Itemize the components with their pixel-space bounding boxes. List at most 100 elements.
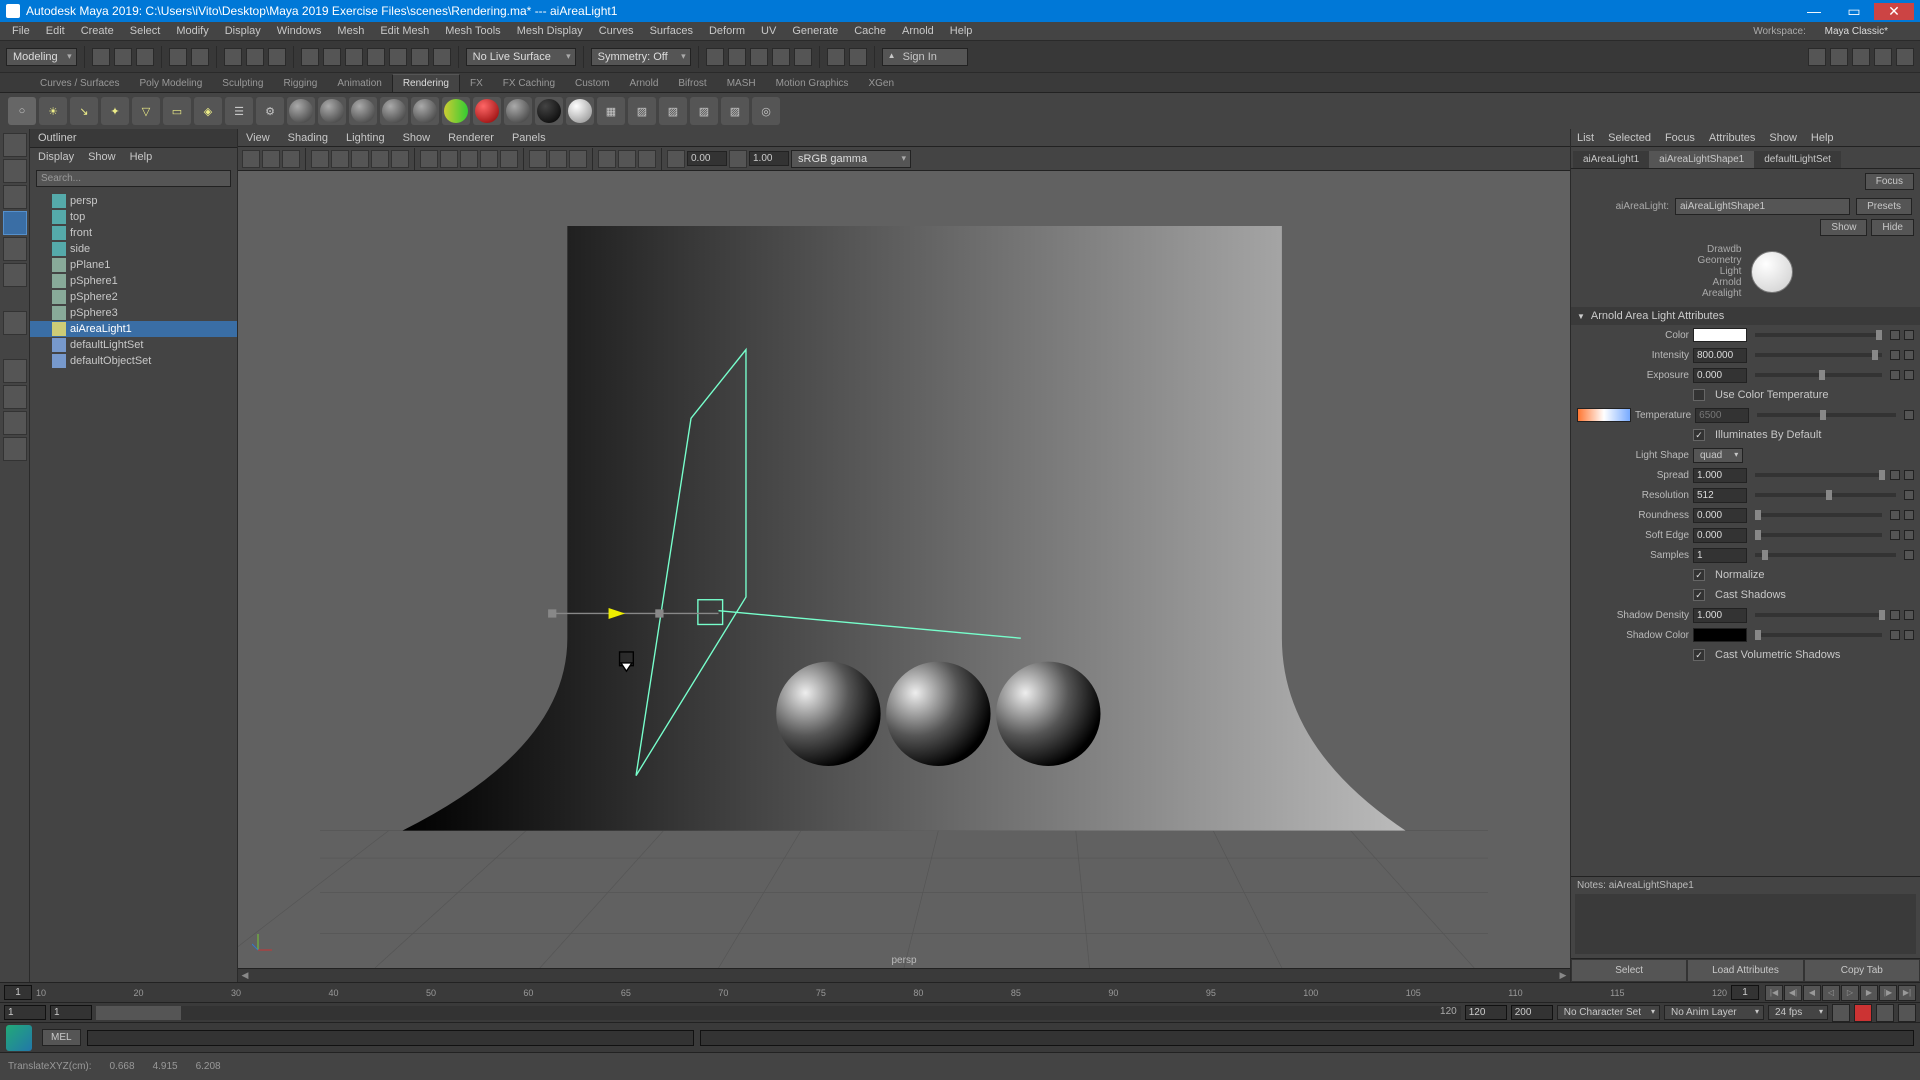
- vp-lights-icon[interactable]: [480, 150, 498, 168]
- step-forward-icon[interactable]: ▶: [1860, 985, 1878, 1001]
- shelf-tab-arnold[interactable]: Arnold: [619, 75, 668, 92]
- menu-cache[interactable]: Cache: [846, 25, 894, 37]
- time-ticks[interactable]: 1020304050606570758085909510010511011512…: [32, 988, 1731, 998]
- ipr-render-icon[interactable]: [728, 48, 746, 66]
- paint-select-icon[interactable]: [3, 185, 27, 209]
- attr-roundness-slider[interactable]: [1755, 513, 1882, 517]
- last-tool-icon[interactable]: [3, 311, 27, 335]
- attr-color-dot[interactable]: [1890, 330, 1900, 340]
- texture-icon-4[interactable]: ▨: [721, 97, 749, 125]
- vp-gamma-field[interactable]: 1.00: [749, 151, 789, 166]
- range-playback-start[interactable]: 1: [50, 1005, 92, 1020]
- car-paint-icon[interactable]: [442, 97, 470, 125]
- light-editor-shelf-icon[interactable]: ☰: [225, 97, 253, 125]
- vp-menu-renderer[interactable]: Renderer: [448, 132, 494, 144]
- layout-outliner-icon[interactable]: [3, 437, 27, 461]
- mode-dropdown[interactable]: Modeling: [6, 48, 77, 66]
- attr-exposure-map[interactable]: [1904, 370, 1914, 380]
- attr-exposure-slider[interactable]: [1755, 373, 1882, 377]
- vp-shadows-icon[interactable]: [500, 150, 518, 168]
- attr-shadowdensity-slider[interactable]: [1755, 613, 1882, 617]
- ae-select-button[interactable]: Select: [1571, 959, 1687, 982]
- attr-roundness-field[interactable]: 0.000: [1693, 508, 1747, 523]
- attr-roundness-map[interactable]: [1904, 510, 1914, 520]
- ae-section-arnold-attrs[interactable]: Arnold Area Light Attributes: [1571, 307, 1920, 325]
- ae-menu-focus[interactable]: Focus: [1665, 132, 1695, 144]
- panel-layout-icon-2[interactable]: [1830, 48, 1848, 66]
- attr-roundness-dot[interactable]: [1890, 510, 1900, 520]
- blinn-icon[interactable]: [504, 97, 532, 125]
- attr-softedge-dot[interactable]: [1890, 530, 1900, 540]
- redo-icon[interactable]: [191, 48, 209, 66]
- time-slider[interactable]: 1 10203040506065707580859095100105110115…: [0, 982, 1920, 1002]
- texture-icon-1[interactable]: ▨: [628, 97, 656, 125]
- play-forward-icon[interactable]: ▷: [1841, 985, 1859, 1001]
- render-setup-icon[interactable]: ⚙: [256, 97, 284, 125]
- vp-imageplane-icon[interactable]: [282, 150, 300, 168]
- menu-create[interactable]: Create: [73, 25, 122, 37]
- rotate-tool-icon[interactable]: [3, 237, 27, 261]
- outliner-menu-show[interactable]: Show: [88, 151, 116, 163]
- outliner-node-pplane1[interactable]: pPlane1: [30, 257, 237, 273]
- layout-four-icon[interactable]: [3, 385, 27, 409]
- playblast-icon[interactable]: [827, 48, 845, 66]
- vp-xray-joints-icon[interactable]: [569, 150, 587, 168]
- attr-samples-field[interactable]: 1: [1693, 548, 1747, 563]
- ramp-shader-icon[interactable]: [566, 97, 594, 125]
- attr-intensity-slider[interactable]: [1755, 353, 1882, 357]
- anim-layer-dropdown[interactable]: No Anim Layer: [1664, 1005, 1764, 1020]
- attr-softedge-slider[interactable]: [1755, 533, 1882, 537]
- attr-spread-map[interactable]: [1904, 470, 1914, 480]
- ae-presets-button[interactable]: Presets: [1856, 198, 1912, 215]
- snap-center-icon[interactable]: [433, 48, 451, 66]
- lambert-icon[interactable]: [473, 97, 501, 125]
- attr-spread-field[interactable]: 1.000: [1693, 468, 1747, 483]
- render-settings-icon[interactable]: [750, 48, 768, 66]
- snap-live-icon[interactable]: [389, 48, 407, 66]
- undo-icon[interactable]: [169, 48, 187, 66]
- current-frame-right[interactable]: 1: [1731, 985, 1759, 1000]
- range-playback-end[interactable]: 120: [1465, 1005, 1507, 1020]
- menu-curves[interactable]: Curves: [591, 25, 642, 37]
- outliner-node-top[interactable]: top: [30, 209, 237, 225]
- save-scene-icon[interactable]: [136, 48, 154, 66]
- outliner-node-defaultobjectset[interactable]: defaultObjectSet: [30, 353, 237, 369]
- assign-material-icon[interactable]: [287, 97, 315, 125]
- vp-shaded-icon[interactable]: [440, 150, 458, 168]
- menu-display[interactable]: Display: [217, 25, 269, 37]
- attr-illum-checkbox[interactable]: ✓: [1693, 429, 1705, 441]
- scroll-left-icon[interactable]: ◀: [238, 970, 252, 981]
- menu-edit[interactable]: Edit: [38, 25, 73, 37]
- play-back-icon[interactable]: ◁: [1822, 985, 1840, 1001]
- menu-arnold[interactable]: Arnold: [894, 25, 942, 37]
- shelf-tab-xgen[interactable]: XGen: [858, 75, 904, 92]
- vp-textured-icon[interactable]: [460, 150, 478, 168]
- snap-curve-icon[interactable]: [323, 48, 341, 66]
- attr-shadowcolor-dot[interactable]: [1890, 630, 1900, 640]
- ae-show-button[interactable]: Show: [1820, 219, 1867, 236]
- forward-end-icon[interactable]: ▶|: [1898, 985, 1916, 1001]
- menu-windows[interactable]: Windows: [269, 25, 330, 37]
- viewport-range-mini[interactable]: ◀ ▶: [238, 968, 1570, 982]
- outliner-node-side[interactable]: side: [30, 241, 237, 257]
- hypershade-icon[interactable]: [772, 48, 790, 66]
- live-surface-dropdown[interactable]: No Live Surface: [466, 48, 576, 66]
- ae-load-button[interactable]: Load Attributes: [1687, 959, 1803, 982]
- menu-meshtools[interactable]: Mesh Tools: [437, 25, 508, 37]
- layered-shader-icon[interactable]: ▦: [597, 97, 625, 125]
- attr-color-slider[interactable]: [1755, 333, 1882, 337]
- volume-light-icon[interactable]: ◈: [194, 97, 222, 125]
- vp-camera-icon[interactable]: [242, 150, 260, 168]
- snap-grid-icon[interactable]: [301, 48, 319, 66]
- attr-temperature-field[interactable]: 6500: [1695, 408, 1749, 423]
- attr-resolution-field[interactable]: 512: [1693, 488, 1747, 503]
- attr-intensity-field[interactable]: 800.000: [1693, 348, 1747, 363]
- vp-menu-view[interactable]: View: [246, 132, 270, 144]
- ae-menu-help[interactable]: Help: [1811, 132, 1834, 144]
- step-back-icon[interactable]: ◀: [1803, 985, 1821, 1001]
- texture-icon-5[interactable]: ◎: [752, 97, 780, 125]
- shelf-tab-motiongraphics[interactable]: Motion Graphics: [766, 75, 859, 92]
- directional-light-icon[interactable]: ↘: [70, 97, 98, 125]
- outliner-node-psphere2[interactable]: pSphere2: [30, 289, 237, 305]
- symmetry-dropdown[interactable]: Symmetry: Off: [591, 48, 691, 66]
